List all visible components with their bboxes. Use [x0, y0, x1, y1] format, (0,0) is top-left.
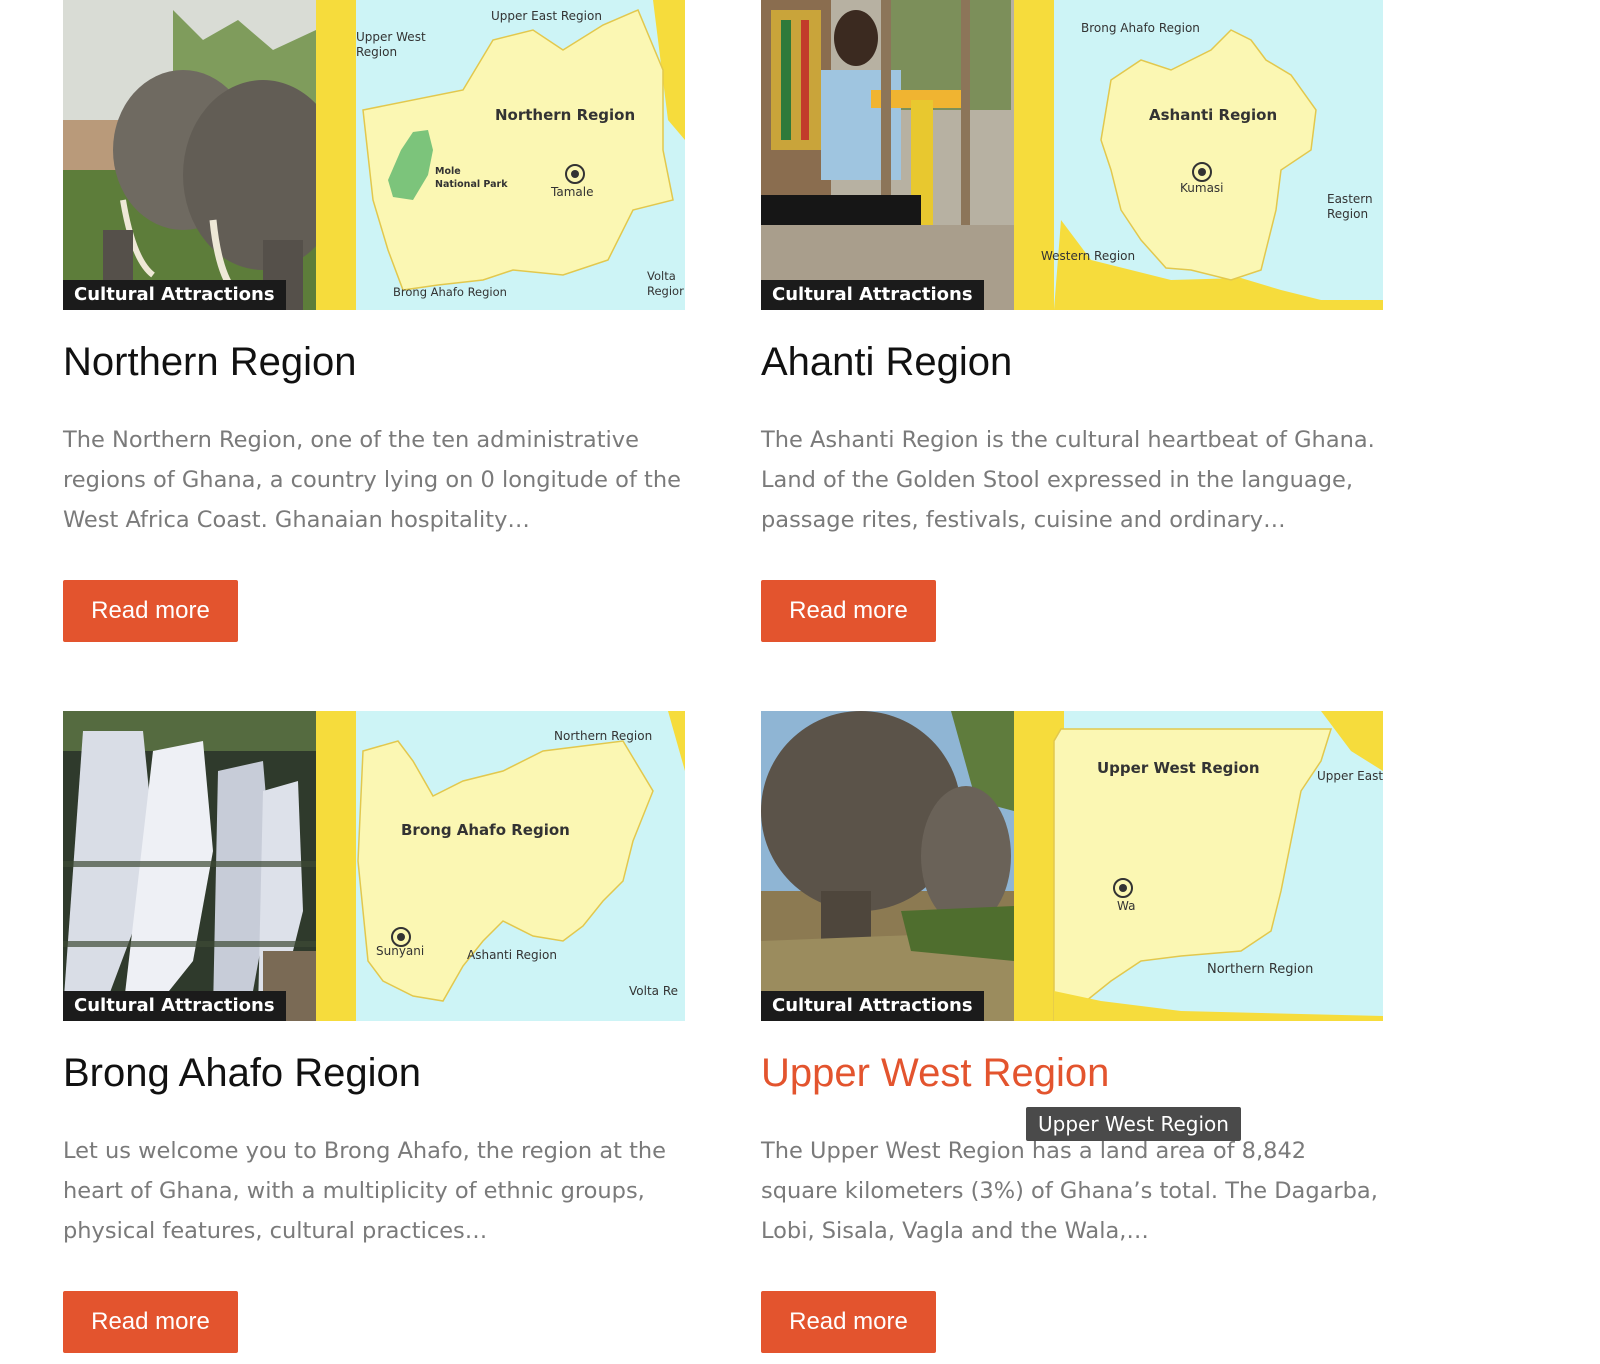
title-tooltip: Upper West Region: [1026, 1107, 1241, 1141]
category-badge[interactable]: Cultural Attractions: [761, 280, 984, 310]
balancing-rock-photo: [761, 711, 1014, 1021]
svg-text:Brong Ahafo Region: Brong Ahafo Region: [401, 821, 570, 839]
post-thumbnail-link[interactable]: Upper West Region Upper East Region Nort…: [63, 0, 685, 310]
svg-text:Mole: Mole: [435, 166, 461, 177]
upper-west-region-map: Upper West Region Upper East Wa Northern…: [1014, 711, 1383, 1021]
read-more-button[interactable]: Read more: [761, 580, 936, 642]
kente-weaver-photo: [761, 0, 1014, 310]
svg-text:Sunyani: Sunyani: [376, 944, 424, 958]
svg-text:Upper East Region: Upper East Region: [491, 9, 602, 23]
elephants-photo: [63, 0, 343, 310]
svg-text:Eastern: Eastern: [1327, 192, 1373, 206]
post-title[interactable]: Northern Region: [63, 339, 357, 385]
rock-map-image: Upper West Region Upper East Wa Northern…: [761, 711, 1383, 1021]
svg-text:National Park: National Park: [435, 179, 508, 190]
post-card-northern-region: Upper West Region Upper East Region Nort…: [63, 0, 685, 642]
read-more-button[interactable]: Read more: [63, 580, 238, 642]
brong-ahafo-region-map: Northern Region Brong Ahafo Region Sunya…: [316, 711, 685, 1021]
svg-text:Ashanti Region: Ashanti Region: [1149, 106, 1277, 124]
svg-text:Northern Region: Northern Region: [554, 729, 652, 743]
waterfall-map-image: Northern Region Brong Ahafo Region Sunya…: [63, 711, 685, 1021]
post-title[interactable]: Brong Ahafo Region: [63, 1050, 421, 1096]
post-card-brong-ahafo-region: Northern Region Brong Ahafo Region Sunya…: [63, 711, 685, 1353]
svg-text:Western Region: Western Region: [1041, 249, 1135, 263]
svg-text:Ashanti Region: Ashanti Region: [467, 948, 557, 962]
elephants-map-image: Upper West Region Upper East Region Nort…: [63, 0, 685, 310]
svg-text:Region: Region: [356, 45, 397, 59]
svg-text:Brong Ahafo Region: Brong Ahafo Region: [1081, 21, 1200, 35]
svg-text:Upper West: Upper West: [356, 30, 426, 44]
svg-text:Upper East: Upper East: [1317, 769, 1383, 783]
svg-text:Kumasi: Kumasi: [1180, 181, 1224, 195]
svg-text:Wa: Wa: [1117, 899, 1135, 913]
ashanti-region-map: Brong Ahafo Region Ashanti Region Kumasi…: [1014, 0, 1383, 310]
post-card-ashanti-region: Brong Ahafo Region Ashanti Region Kumasi…: [761, 0, 1383, 642]
svg-text:Northern Region: Northern Region: [1207, 962, 1313, 977]
svg-text:Volta Re: Volta Re: [629, 984, 678, 998]
post-card-upper-west-region: Upper West Region Upper East Wa Northern…: [761, 711, 1383, 1353]
svg-text:Volta: Volta: [647, 269, 676, 283]
read-more-button[interactable]: Read more: [63, 1291, 238, 1353]
post-excerpt: The Northern Region, one of the ten admi…: [63, 427, 681, 533]
svg-text:Northern Region: Northern Region: [495, 106, 635, 124]
post-excerpt: The Upper West Region has a land area of…: [761, 1138, 1378, 1244]
svg-text:Brong Ahafo Region: Brong Ahafo Region: [393, 285, 507, 299]
post-title[interactable]: Upper West Region: [761, 1050, 1109, 1096]
post-thumbnail-link[interactable]: Brong Ahafo Region Ashanti Region Kumasi…: [761, 0, 1383, 310]
post-thumbnail-link[interactable]: Upper West Region Upper East Wa Northern…: [761, 711, 1383, 1021]
post-thumbnail-link[interactable]: Northern Region Brong Ahafo Region Sunya…: [63, 711, 685, 1021]
category-badge[interactable]: Cultural Attractions: [63, 280, 286, 310]
post-excerpt: The Ashanti Region is the cultural heart…: [761, 427, 1375, 533]
read-more-button[interactable]: Read more: [761, 1291, 936, 1353]
category-badge[interactable]: Cultural Attractions: [63, 991, 286, 1021]
northern-region-map: Upper West Region Upper East Region Nort…: [316, 0, 685, 310]
svg-text:Regior: Regior: [647, 284, 684, 298]
svg-text:Upper West Region: Upper West Region: [1097, 759, 1260, 777]
post-excerpt: Let us welcome you to Brong Ahafo, the r…: [63, 1138, 667, 1244]
svg-text:Region: Region: [1327, 207, 1368, 221]
svg-text:Tamale: Tamale: [550, 185, 593, 199]
waterfall-photo: [63, 711, 316, 1021]
weaver-map-image: Brong Ahafo Region Ashanti Region Kumasi…: [761, 0, 1383, 310]
post-title[interactable]: Ahanti Region: [761, 339, 1012, 385]
category-badge[interactable]: Cultural Attractions: [761, 991, 984, 1021]
